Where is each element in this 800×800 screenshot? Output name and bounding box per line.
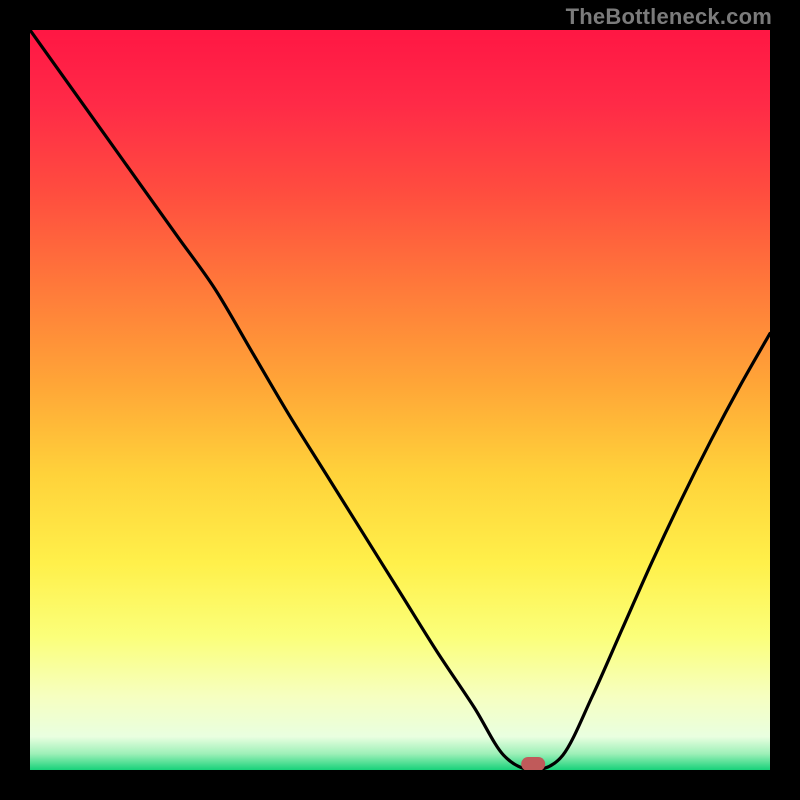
optimum-marker-pill [521, 757, 545, 770]
bottleneck-chart [30, 30, 770, 770]
plot-area [30, 30, 770, 770]
gradient-background [30, 30, 770, 770]
optimum-marker [521, 757, 545, 770]
chart-frame: TheBottleneck.com [0, 0, 800, 800]
watermark-text: TheBottleneck.com [566, 4, 772, 30]
